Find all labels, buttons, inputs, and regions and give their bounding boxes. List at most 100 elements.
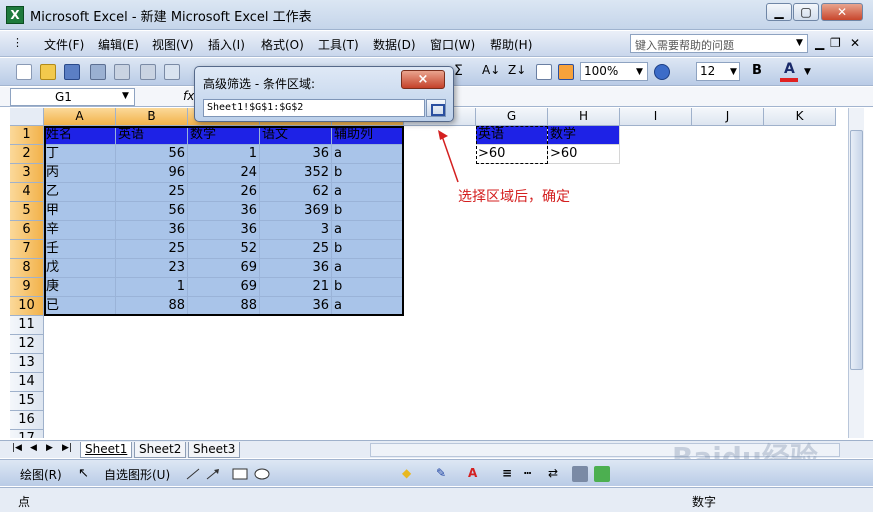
cell-b2[interactable]: 56 [116,145,188,164]
row-header-13[interactable]: 13 [10,354,44,373]
next-sheet-icon[interactable]: ▶ [46,443,53,453]
cell-b6[interactable]: 36 [116,221,188,240]
cell-b5[interactable]: 56 [116,202,188,221]
line-style-icon[interactable]: ≡ [502,466,512,480]
font-size-dropdown-icon[interactable]: ▼ [730,67,737,77]
row-header-2[interactable]: 2 [10,145,44,164]
row-header-11[interactable]: 11 [10,316,44,335]
cell-c1[interactable]: 数学 [188,126,260,145]
cell-c8[interactable]: 69 [188,259,260,278]
save-icon[interactable] [64,64,80,80]
cell-c10[interactable]: 88 [188,297,260,316]
new-icon[interactable] [16,64,32,80]
select-all-corner[interactable] [10,108,44,126]
row-header-14[interactable]: 14 [10,373,44,392]
cell-d8[interactable]: 36 [260,259,332,278]
fx-icon[interactable]: fx [183,89,194,103]
dash-style-icon[interactable]: ┅ [524,466,531,480]
cell-b4[interactable]: 25 [116,183,188,202]
font-color-dropdown-icon[interactable]: ▼ [804,67,811,77]
cell-d2[interactable]: 36 [260,145,332,164]
cell-d4[interactable]: 62 [260,183,332,202]
cell-c6[interactable]: 36 [188,221,260,240]
cell-b7[interactable]: 25 [116,240,188,259]
arrow-style-icon[interactable]: ⇄ [548,466,558,480]
autoshapes-menu-button[interactable]: 自选图形(U) [104,466,170,483]
menu-format[interactable]: 格式(O) [261,36,304,53]
cell-d5[interactable]: 369 [260,202,332,221]
cell-g2[interactable]: >60 [476,145,548,164]
autosum-icon[interactable]: Σ [454,63,463,79]
cell-d7[interactable]: 25 [260,240,332,259]
menu-tools[interactable]: 工具(T) [318,36,359,53]
cell-e9[interactable]: b [332,278,404,297]
expand-dialog-button[interactable] [426,99,446,117]
select-objects-icon[interactable]: ↖ [78,466,89,481]
cell-d3[interactable]: 352 [260,164,332,183]
cell-c9[interactable]: 69 [188,278,260,297]
column-header-j[interactable]: J [692,108,764,126]
cell-a5[interactable]: 甲 [44,202,116,221]
row-header-1[interactable]: 1 [10,126,44,145]
menu-help[interactable]: 帮助(H) [490,36,532,53]
sheet-tab-sheet2[interactable]: Sheet2 [134,442,187,458]
cell-b3[interactable]: 96 [116,164,188,183]
line-color-icon[interactable]: ✎ [436,466,446,480]
name-box-dropdown-icon[interactable]: ▼ [122,91,129,101]
worksheet-grid[interactable]: ABCDEFGHIJK 1234567891011121314151617 姓名… [10,108,848,438]
cell-e3[interactable]: b [332,164,404,183]
column-header-g[interactable]: G [476,108,548,126]
sort-descending-icon[interactable]: Z↓ [508,63,526,77]
help-icon[interactable] [654,64,670,80]
rectangle-tool-icon[interactable] [232,468,248,480]
menu-edit[interactable]: 编辑(E) [98,36,139,53]
cell-a6[interactable]: 辛 [44,221,116,240]
zoom-dropdown-icon[interactable]: ▼ [636,67,643,77]
first-sheet-icon[interactable]: |◀ [12,443,22,453]
help-search-input[interactable]: 键入需要帮助的问题 [630,34,808,53]
row-header-6[interactable]: 6 [10,221,44,240]
cell-e10[interactable]: a [332,297,404,316]
sheet-tab-sheet3[interactable]: Sheet3 [188,442,241,458]
row-header-9[interactable]: 9 [10,278,44,297]
doc-restore-icon[interactable]: ❐ [830,36,841,50]
shadow-style-icon[interactable] [572,466,588,482]
row-header-8[interactable]: 8 [10,259,44,278]
cell-c7[interactable]: 52 [188,240,260,259]
cell-e2[interactable]: a [332,145,404,164]
oval-tool-icon[interactable] [254,468,270,480]
row-header-15[interactable]: 15 [10,392,44,411]
cell-h1[interactable]: 数学 [548,126,620,145]
menu-window[interactable]: 窗口(W) [430,36,475,53]
cell-e6[interactable]: a [332,221,404,240]
vertical-scrollbar[interactable] [848,108,864,438]
cell-a10[interactable]: 已 [44,297,116,316]
cell-a2[interactable]: 丁 [44,145,116,164]
row-header-7[interactable]: 7 [10,240,44,259]
cell-b8[interactable]: 23 [116,259,188,278]
last-sheet-icon[interactable]: ▶| [62,443,72,453]
help-dropdown-icon[interactable]: ▼ [796,38,803,48]
cell-e5[interactable]: b [332,202,404,221]
row-header-12[interactable]: 12 [10,335,44,354]
doc-close-icon[interactable]: ✕ [850,36,860,50]
print-preview-icon[interactable] [140,64,156,80]
cell-c3[interactable]: 24 [188,164,260,183]
sheet-tab-sheet1[interactable]: Sheet1 [80,442,133,458]
font-color-button[interactable]: A [784,61,795,77]
menu-view[interactable]: 视图(V) [152,36,194,53]
row-header-10[interactable]: 10 [10,297,44,316]
cell-d6[interactable]: 3 [260,221,332,240]
cell-b10[interactable]: 88 [116,297,188,316]
arrow-tool-icon[interactable] [206,468,220,480]
cell-e4[interactable]: a [332,183,404,202]
cell-c4[interactable]: 26 [188,183,260,202]
criteria-range-input[interactable]: Sheet1!$G$1:$G$2 [203,99,425,117]
maximize-button[interactable]: ▢ [793,3,819,21]
cell-d9[interactable]: 21 [260,278,332,297]
cell-a7[interactable]: 壬 [44,240,116,259]
cell-b1[interactable]: 英语 [116,126,188,145]
print-icon[interactable] [114,64,130,80]
bold-button[interactable]: B [752,63,762,78]
minimize-button[interactable]: ▁ [766,3,792,21]
